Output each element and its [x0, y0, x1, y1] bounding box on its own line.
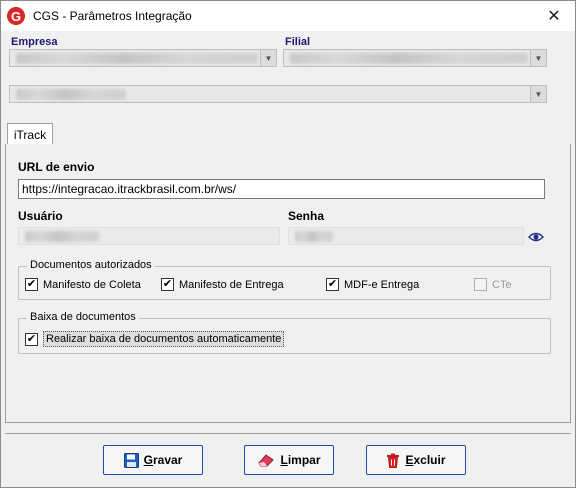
empresa-label: Empresa: [11, 36, 58, 48]
extra-value-redacted: [16, 89, 126, 100]
close-icon: ✕: [547, 8, 561, 25]
limpar-mnemonic: L: [280, 453, 288, 467]
baixa-automatica-checkbox[interactable]: ✔ Realizar baixa de documentos automatic…: [25, 331, 285, 347]
tab-itrack[interactable]: iTrack: [7, 123, 53, 145]
checkbox-box[interactable]: ✔: [326, 278, 339, 291]
eraser-icon: [257, 453, 275, 467]
close-button[interactable]: ✕: [541, 5, 567, 27]
cte-checkbox: CTe: [474, 278, 512, 291]
floppy-disk-icon: [123, 452, 139, 468]
manifesto-coleta-checkbox[interactable]: ✔ Manifesto de Coleta: [25, 278, 141, 291]
filial-value-redacted: [290, 53, 528, 64]
chevron-down-icon[interactable]: ▼: [530, 50, 546, 66]
excluir-button[interactable]: Excluir: [366, 445, 466, 475]
extra-select[interactable]: ▼: [9, 85, 547, 103]
manifesto-entrega-label: Manifesto de Entrega: [179, 278, 284, 291]
empresa-select[interactable]: ▼: [9, 49, 277, 67]
parametros-integracao-window: G CGS - Parâmetros Integração ✕ Empresa …: [0, 0, 576, 488]
excluir-label: xcluir: [413, 453, 446, 467]
url-input[interactable]: [18, 179, 545, 199]
usuario-value-redacted: [25, 231, 99, 242]
tab-strip: iTrack: [5, 123, 571, 145]
gravar-label: ravar: [152, 453, 183, 467]
limpar-label: impar: [287, 453, 321, 467]
url-label: URL de envio: [18, 160, 95, 174]
checkbox-box[interactable]: ✔: [25, 332, 38, 346]
eye-icon[interactable]: [528, 231, 544, 243]
chevron-down-icon[interactable]: ▼: [530, 86, 546, 102]
excluir-mnemonic: E: [405, 453, 414, 467]
checkbox-box[interactable]: ✔: [161, 278, 174, 291]
chevron-down-icon[interactable]: ▼: [260, 50, 276, 66]
baixa-group: Baixa de documentos ✔ Realizar baixa de …: [18, 311, 551, 354]
itrack-tab-panel: URL de envio Usuário Senha Documentos au…: [5, 144, 571, 423]
cgs-logo-icon: G: [7, 7, 25, 25]
title-bar: G CGS - Parâmetros Integração ✕: [1, 1, 575, 31]
manifesto-coleta-label: Manifesto de Coleta: [43, 278, 141, 291]
mdfe-entrega-label: MDF-e Entrega: [344, 278, 420, 291]
documentos-group: Documentos autorizados ✔ Manifesto de Co…: [18, 259, 551, 300]
trash-icon: [386, 453, 400, 468]
mdfe-entrega-checkbox[interactable]: ✔ MDF-e Entrega: [326, 278, 419, 291]
senha-input[interactable]: [288, 227, 524, 245]
gravar-mnemonic: G: [143, 453, 153, 467]
filial-label: Filial: [285, 36, 311, 48]
documentos-title: Documentos autorizados: [27, 259, 155, 271]
cte-label: CTe: [492, 278, 512, 291]
usuario-input[interactable]: [18, 227, 280, 245]
senha-value-redacted: [295, 231, 333, 242]
filial-select[interactable]: ▼: [283, 49, 547, 67]
window-title: CGS - Parâmetros Integração: [33, 9, 192, 23]
button-bar: Gravar Limpar Excluir: [5, 433, 571, 485]
limpar-button[interactable]: Limpar: [244, 445, 334, 475]
usuario-label: Usuário: [18, 209, 63, 223]
senha-label: Senha: [288, 209, 325, 223]
empresa-value-redacted: [16, 53, 258, 64]
baixa-automatica-label: Realizar baixa de documentos automaticam…: [43, 331, 285, 347]
baixa-title: Baixa de documentos: [27, 311, 139, 323]
gravar-button[interactable]: Gravar: [103, 445, 203, 475]
checkbox-box: [474, 278, 487, 291]
checkbox-box[interactable]: ✔: [25, 278, 38, 291]
manifesto-entrega-checkbox[interactable]: ✔ Manifesto de Entrega: [161, 278, 284, 291]
